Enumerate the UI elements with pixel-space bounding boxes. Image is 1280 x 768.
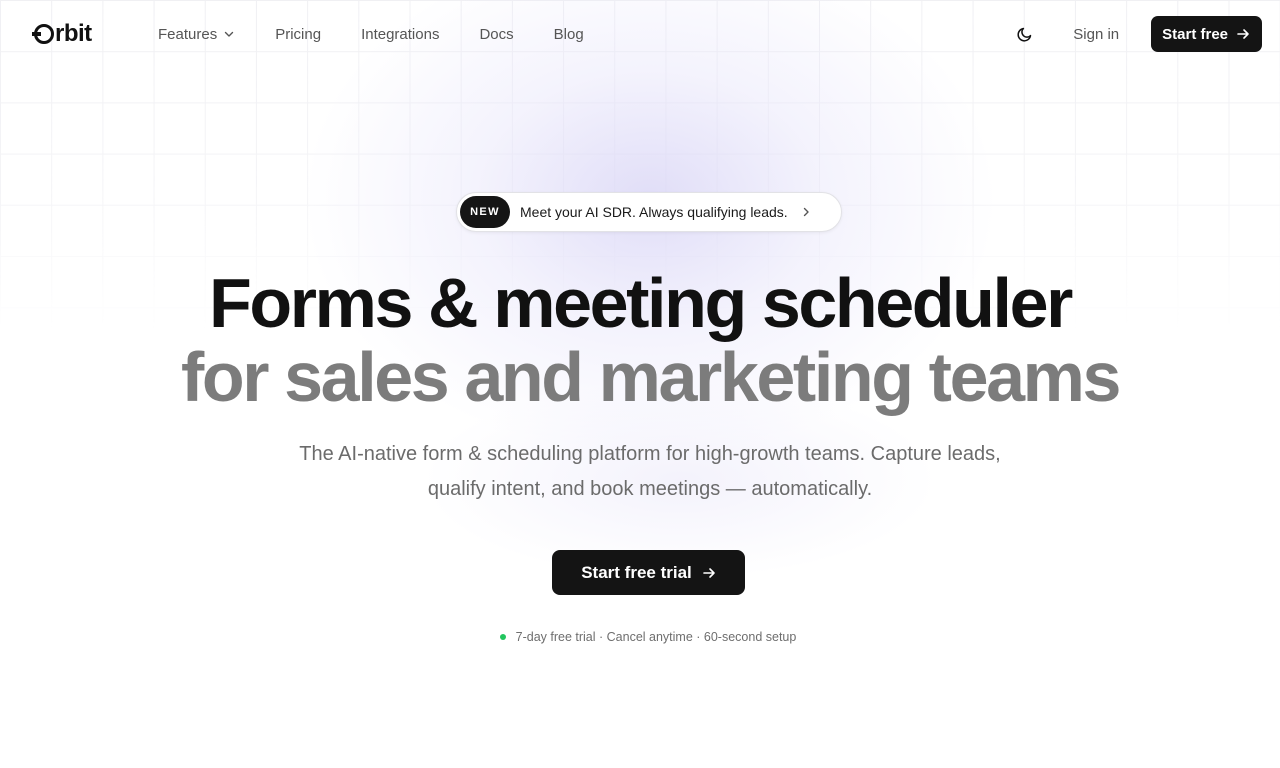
logo-text: rbit [55, 20, 92, 47]
new-badge: NEW [460, 196, 510, 228]
trust-line: 7-day free trial · Cancel anytime · 60-s… [0, 630, 1280, 644]
nav-link-label: Docs [479, 25, 514, 43]
status-dot [499, 634, 506, 640]
chevron-right-icon [803, 207, 809, 217]
logo[interactable]: rbit [32, 20, 92, 48]
nav-links: Features Pricing Integrations Docs Blog [158, 0, 624, 68]
theme-toggle-button[interactable] [1011, 20, 1039, 48]
nav-link-label: Features [158, 25, 218, 43]
nav-link-label: Integrations [361, 25, 440, 43]
moon-icon [1017, 27, 1032, 42]
hero-subheadline: The AI-native form & scheduling platform… [299, 443, 1001, 500]
sign-in-link[interactable]: Sign in [1073, 26, 1119, 43]
arrow-right-icon [1237, 29, 1249, 39]
nav-link-label: Blog [553, 25, 584, 43]
nav-link-label: Pricing [275, 25, 322, 43]
start-free-trial-button[interactable]: Start free trial [552, 550, 745, 595]
trust-text: 7-day free trial · Cancel anytime · 60-s… [515, 630, 797, 644]
announcement-text: Meet your AI SDR. Always qualifying lead… [520, 204, 788, 220]
arrow-right-icon [702, 567, 715, 578]
nav-link-features[interactable]: Features [158, 26, 235, 43]
nav-actions: Sign in Start free [1011, 0, 1262, 68]
start-free-button[interactable]: Start free [1151, 16, 1262, 52]
announcement-pill[interactable]: NEW Meet your AI SDR. Always qualifying … [456, 192, 842, 232]
landing-page: rbit Features Pricing Integrations Docs … [0, 0, 1280, 768]
hero-headline: Forms & meeting scheduler [209, 264, 1073, 342]
cta-label: Start free trial [581, 562, 692, 582]
hero-headline-secondary: for sales and marketing teams [180, 338, 1121, 416]
top-nav: rbit Features Pricing Integrations Docs … [0, 0, 1280, 68]
nav-link-integrations[interactable]: Integrations [361, 26, 439, 43]
chevron-down-icon [225, 31, 234, 37]
nav-link-pricing[interactable]: Pricing [275, 26, 321, 43]
orbit-logo-icon [32, 24, 54, 44]
nav-link-docs[interactable]: Docs [479, 26, 513, 43]
start-free-label: Start free [1162, 25, 1228, 43]
nav-link-blog[interactable]: Blog [554, 26, 584, 43]
